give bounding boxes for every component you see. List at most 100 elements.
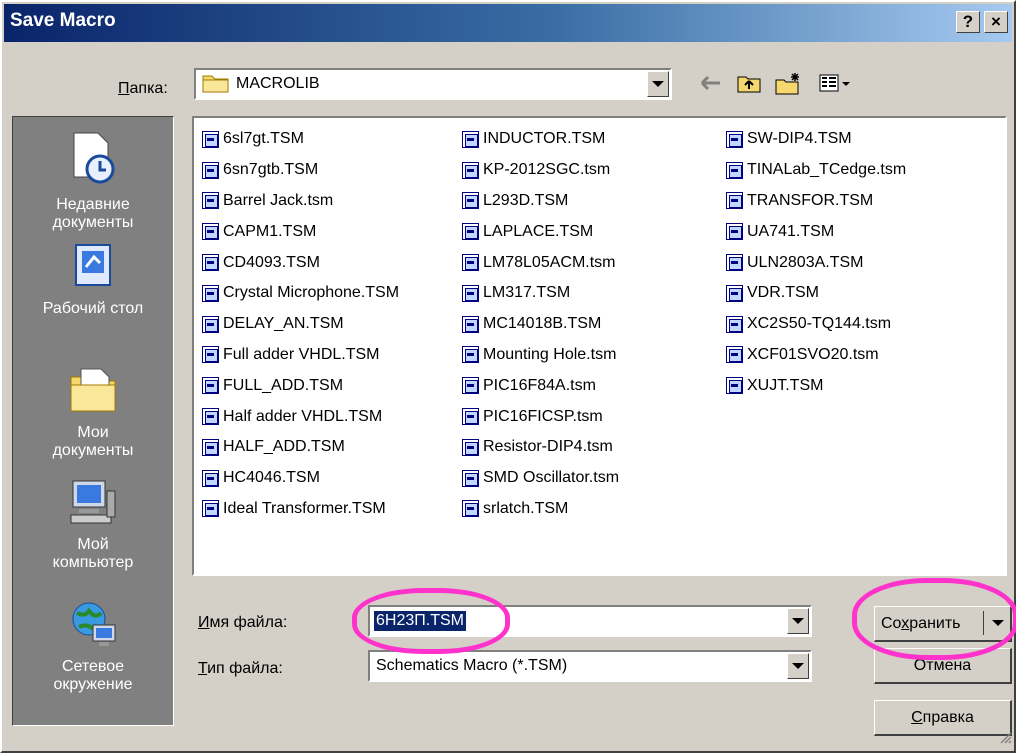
place-recent-documents[interactable]: Недавние документы	[13, 131, 173, 232]
file-item[interactable]: XUJT.TSM	[726, 370, 906, 401]
file-list[interactable]: 6sl7gt.TSM 6sn7gtb.TSM Barrel Jack.tsm C…	[192, 116, 1007, 576]
file-item[interactable]: UA741.TSM	[726, 216, 906, 247]
file-item[interactable]: L293D.TSM	[462, 186, 619, 217]
help-label: Справка	[911, 708, 974, 726]
file-item[interactable]: LM317.TSM	[462, 278, 619, 309]
file-item[interactable]: Crystal Microphone.TSM	[202, 278, 399, 309]
file-item[interactable]: XCF01SVO20.tsm	[726, 340, 906, 371]
desktop-icon	[13, 241, 173, 296]
macro-file-icon	[462, 346, 479, 364]
file-item[interactable]: LAPLACE.TSM	[462, 216, 619, 247]
file-item[interactable]: Full adder VHDL.TSM	[202, 340, 399, 371]
macro-file-icon	[462, 315, 479, 333]
file-item[interactable]: Half adder VHDL.TSM	[202, 401, 399, 432]
help-button[interactable]: Справка	[874, 700, 1012, 736]
recent-documents-icon	[13, 131, 173, 192]
macro-file-icon	[462, 223, 479, 241]
filetype-dropdown-button[interactable]	[787, 653, 809, 679]
my-documents-icon	[13, 363, 173, 420]
macro-file-icon	[726, 192, 743, 210]
file-item[interactable]: FULL_ADD.TSM	[202, 370, 399, 401]
file-item[interactable]: 6sl7gt.TSM	[202, 124, 399, 155]
macro-file-icon	[726, 377, 743, 395]
macro-file-icon	[726, 223, 743, 241]
help-title-button[interactable]: ?	[956, 11, 980, 33]
resize-grip-icon[interactable]	[998, 730, 1012, 749]
filetype-select[interactable]: Schematics Macro (*.TSM)	[368, 650, 812, 682]
file-item[interactable]: SMD Oscillator.tsm	[462, 463, 619, 494]
file-column-3: SW-DIP4.TSM TINALab_TCedge.tsm TRANSFOR.…	[726, 124, 906, 401]
file-item[interactable]: SW-DIP4.TSM	[726, 124, 906, 155]
file-item[interactable]: INDUCTOR.TSM	[462, 124, 619, 155]
macro-file-icon	[462, 192, 479, 210]
folder-dropdown-button[interactable]	[647, 71, 669, 97]
macro-file-icon	[726, 130, 743, 148]
file-item[interactable]: DELAY_AN.TSM	[202, 309, 399, 340]
macro-file-icon	[462, 254, 479, 272]
folder-combo[interactable]: MACROLIB	[194, 68, 672, 100]
macro-file-icon	[726, 284, 743, 302]
back-arrow-icon[interactable]	[698, 72, 724, 99]
places-bar: Недавние документы Рабочий стол Мои доку…	[12, 116, 174, 726]
macro-file-icon	[726, 254, 743, 272]
file-item[interactable]: ULN2803A.TSM	[726, 247, 906, 278]
save-button[interactable]: Сохранить	[874, 606, 1012, 642]
file-item[interactable]: LM78L05ACM.tsm	[462, 247, 619, 278]
macro-file-icon	[202, 223, 219, 241]
macro-file-icon	[726, 315, 743, 333]
save-dropdown-arrow[interactable]	[992, 620, 1004, 626]
filetype-value: Schematics Macro (*.TSM)	[376, 657, 568, 674]
new-folder-icon[interactable]	[774, 72, 802, 101]
file-item[interactable]: TINALab_TCedge.tsm	[726, 155, 906, 186]
cancel-button[interactable]: Отмена	[874, 648, 1012, 684]
place-my-computer[interactable]: Мой компьютер	[13, 477, 173, 572]
file-item[interactable]: MC14018B.TSM	[462, 309, 619, 340]
filename-combo[interactable]: 6H23П.TSM	[368, 605, 812, 637]
view-menu-icon[interactable]	[818, 72, 852, 99]
file-item[interactable]: Ideal Transformer.TSM	[202, 494, 399, 525]
file-item[interactable]: srlatch.TSM	[462, 494, 619, 525]
macro-file-icon	[202, 130, 219, 148]
place-desktop[interactable]: Рабочий стол	[13, 241, 173, 318]
file-item[interactable]: VDR.TSM	[726, 278, 906, 309]
filename-input[interactable]: 6H23П.TSM	[374, 611, 466, 631]
macro-file-icon	[202, 469, 219, 487]
file-item[interactable]: HC4046.TSM	[202, 463, 399, 494]
filetype-label: Тип файла:	[198, 660, 283, 677]
macro-file-icon	[462, 469, 479, 487]
my-computer-icon	[13, 477, 173, 532]
file-item[interactable]: PIC16FICSP.tsm	[462, 401, 619, 432]
file-item[interactable]: HALF_ADD.TSM	[202, 432, 399, 463]
file-item[interactable]: KP-2012SGC.tsm	[462, 155, 619, 186]
close-button[interactable]: ×	[984, 11, 1008, 33]
file-item[interactable]: Resistor-DIP4.tsm	[462, 432, 619, 463]
folder-value: MACROLIB	[236, 75, 320, 92]
filename-dropdown-button[interactable]	[787, 608, 809, 634]
macro-file-icon	[726, 346, 743, 364]
macro-file-icon	[202, 408, 219, 426]
file-item[interactable]: PIC16F84A.tsm	[462, 370, 619, 401]
folder-label: Папка:	[118, 80, 168, 97]
folder-icon	[202, 71, 230, 98]
macro-file-icon	[202, 346, 219, 364]
chevron-down-icon	[992, 620, 1004, 626]
save-label: Сохранить	[881, 614, 961, 632]
file-item[interactable]: XC2S50-TQ144.tsm	[726, 309, 906, 340]
up-folder-icon[interactable]	[736, 72, 762, 99]
macro-file-icon	[462, 284, 479, 302]
file-item[interactable]: CD4093.TSM	[202, 247, 399, 278]
macro-file-icon	[726, 161, 743, 179]
macro-file-icon	[202, 500, 219, 518]
title-bar[interactable]: Save Macro ? ×	[4, 4, 1012, 42]
file-item[interactable]: CAPM1.TSM	[202, 216, 399, 247]
place-my-documents[interactable]: Мои документы	[13, 363, 173, 460]
file-item[interactable]: TRANSFOR.TSM	[726, 186, 906, 217]
place-network[interactable]: Сетевое окружение	[13, 599, 173, 694]
file-item[interactable]: Mounting Hole.tsm	[462, 340, 619, 371]
chevron-down-icon	[652, 81, 664, 87]
macro-file-icon	[462, 500, 479, 518]
macro-file-icon	[462, 161, 479, 179]
file-item[interactable]: Barrel Jack.tsm	[202, 186, 399, 217]
chevron-down-icon	[792, 618, 804, 624]
file-item[interactable]: 6sn7gtb.TSM	[202, 155, 399, 186]
